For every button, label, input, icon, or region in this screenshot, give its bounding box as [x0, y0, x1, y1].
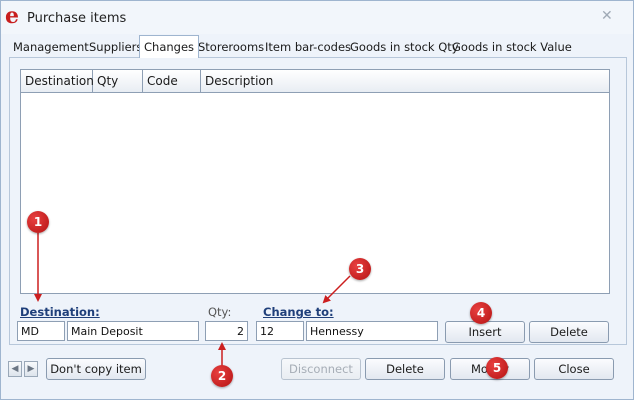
callout-badge-1: 1 — [27, 211, 49, 233]
column-header-destination[interactable]: Destination — [21, 70, 94, 92]
tab-storerooms[interactable]: Storerooms — [198, 37, 264, 57]
qty-label: Qty: — [208, 305, 232, 319]
tab-changes[interactable]: Changes — [139, 35, 200, 58]
column-header-description[interactable]: Description — [201, 70, 609, 92]
disconnect-button: Disconnect — [281, 358, 361, 380]
changes-panel: Destination Qty Code Description — [9, 57, 627, 345]
destination-name-input[interactable] — [67, 321, 199, 341]
callout-badge-4: 4 — [470, 302, 492, 324]
column-header-code[interactable]: Code — [143, 70, 201, 92]
delete-row-button[interactable]: Delete — [529, 321, 609, 343]
change-description-input[interactable] — [306, 321, 438, 341]
tab-goods-in-stock-qty[interactable]: Goods in stock Qty — [350, 37, 459, 57]
purchase-items-window: e Purchase items ✕ Management Suppliers … — [0, 0, 634, 400]
title-bar: e Purchase items ✕ — [1, 1, 633, 34]
tab-suppliers[interactable]: Suppliers — [89, 37, 142, 57]
insert-button[interactable]: Insert — [445, 321, 525, 343]
window-title: Purchase items — [27, 11, 127, 26]
previous-record-icon[interactable]: ◀ — [8, 361, 22, 377]
grid-header: Destination Qty Code Description — [21, 70, 609, 93]
changes-grid[interactable]: Destination Qty Code Description — [20, 69, 610, 294]
callout-badge-3: 3 — [349, 258, 371, 280]
destination-label[interactable]: Destination: — [20, 305, 100, 319]
next-record-icon[interactable]: ▶ — [24, 361, 38, 377]
change-code-input[interactable] — [256, 321, 304, 341]
close-button[interactable]: Close — [534, 358, 614, 380]
app-logo-icon: e — [5, 3, 19, 29]
close-icon[interactable]: ✕ — [601, 9, 613, 23]
tab-goods-in-stock-value[interactable]: Goods in stock Value — [452, 37, 572, 57]
callout-badge-2: 2 — [211, 365, 233, 387]
dont-copy-item-button[interactable]: Don't copy item — [46, 358, 146, 380]
column-header-qty[interactable]: Qty — [93, 70, 143, 92]
change-to-label[interactable]: Change to: — [263, 305, 334, 319]
callout-badge-5: 5 — [486, 357, 508, 379]
tab-item-bar-codes[interactable]: Item bar-codes — [265, 37, 351, 57]
delete-button[interactable]: Delete — [365, 358, 445, 380]
destination-code-input[interactable] — [17, 321, 65, 341]
tab-management[interactable]: Management — [13, 37, 89, 57]
qty-input[interactable] — [205, 321, 248, 341]
